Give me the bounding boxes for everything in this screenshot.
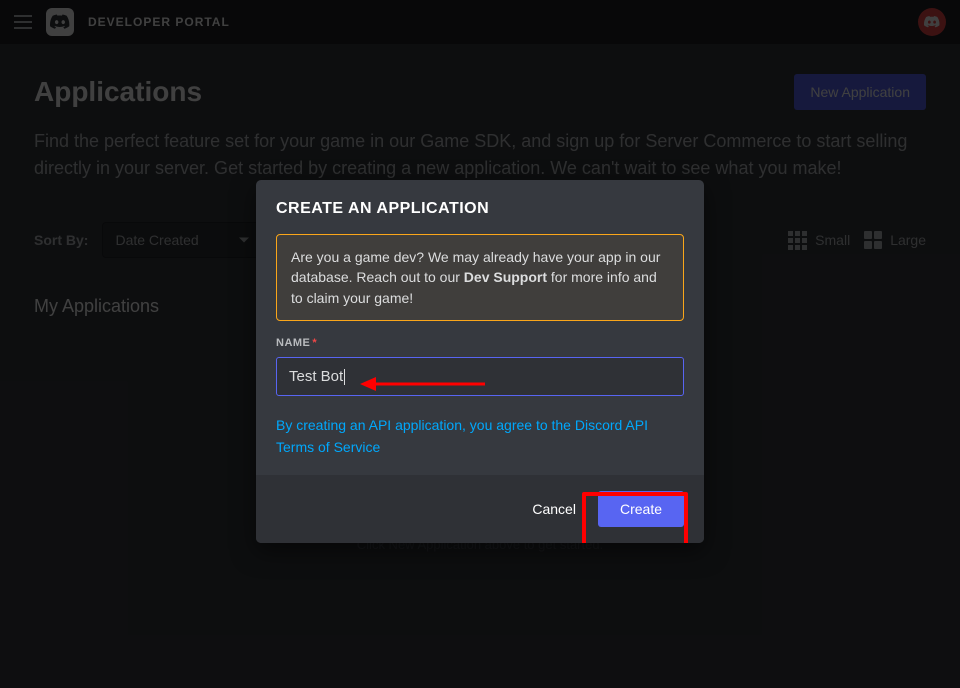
notice-dev-support-link[interactable]: Dev Support [464, 269, 547, 285]
game-dev-notice: Are you a game dev? We may already have … [276, 234, 684, 321]
create-application-modal: CREATE AN APPLICATION Are you a game dev… [256, 180, 704, 543]
cancel-button[interactable]: Cancel [514, 491, 594, 527]
application-name-input[interactable]: Test Bot [276, 357, 684, 396]
modal-title: CREATE AN APPLICATION [276, 200, 684, 218]
tos-link[interactable]: By creating an API application, you agre… [276, 414, 684, 459]
name-field-label: NAME* [276, 337, 684, 349]
create-button[interactable]: Create [598, 491, 684, 527]
modal-overlay: CREATE AN APPLICATION Are you a game dev… [0, 0, 960, 688]
application-name-value: Test Bot [289, 368, 343, 385]
